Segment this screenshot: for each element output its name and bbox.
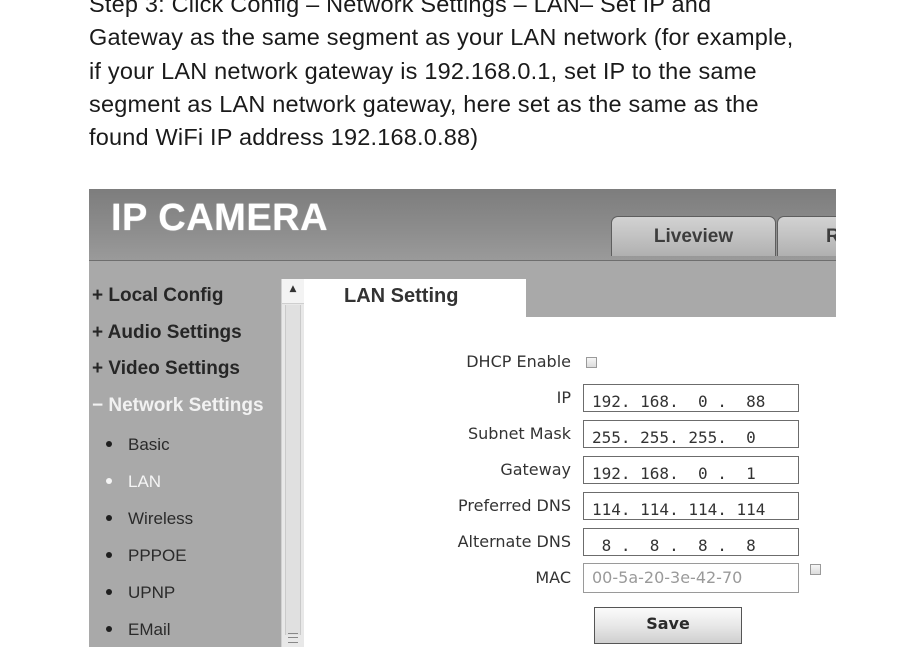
instruction-line: Step 3: Click Config – Network Settings … (89, 0, 712, 17)
tab-lan-setting[interactable]: LAN Setting (304, 279, 526, 319)
subitem-label: LAN (128, 472, 162, 491)
mac-label: MAC (535, 568, 571, 587)
preferred-dns-label: Preferred DNS (458, 496, 571, 515)
subitem-label: Basic (128, 435, 170, 454)
camera-header: IP CAMERA Liveview R (89, 189, 836, 261)
sidebar-subitem-pppoe[interactable]: PPPOE (106, 546, 187, 566)
bullet-icon (106, 440, 112, 447)
save-button[interactable]: Save (594, 607, 742, 644)
sidebar-item-network-settings[interactable]: − Network Settings (92, 395, 264, 417)
bullet-icon (106, 514, 112, 521)
tab-next[interactable]: R (777, 216, 836, 256)
sidebar-item-audio-settings[interactable]: + Audio Settings (92, 322, 242, 344)
bullet-icon (106, 551, 112, 558)
tab-liveview[interactable]: Liveview (611, 216, 776, 256)
sidebar-subitem-wireless[interactable]: Wireless (106, 509, 193, 529)
bullet-icon (106, 477, 112, 484)
alternate-dns-label: Alternate DNS (457, 532, 571, 551)
subnet-mask-input[interactable]: 255. 255. 255. 0 (583, 420, 799, 448)
gateway-label: Gateway (500, 460, 571, 479)
scroll-grip-icon (288, 633, 298, 643)
sidebar-item-video-settings[interactable]: + Video Settings (92, 358, 240, 380)
tab-strip (526, 279, 836, 318)
mac-edit-checkbox[interactable] (810, 564, 821, 575)
scroll-up-arrow-icon[interactable]: ▲ (282, 279, 304, 304)
sidebar-scrollbar[interactable]: ▲ (281, 279, 305, 647)
instruction-line: if your LAN network gateway is 192.168.0… (89, 57, 757, 84)
subnet-mask-label: Subnet Mask (467, 424, 571, 443)
instruction-line: segment as LAN network gateway, here set… (89, 90, 759, 117)
bullet-icon (106, 625, 112, 632)
camera-logo: IP CAMERA (111, 197, 329, 239)
sidebar-subitem-email[interactable]: EMail (106, 620, 171, 640)
alternate-dns-input[interactable]: 8 . 8 . 8 . 8 (583, 528, 799, 556)
instruction-line: found WiFi IP address 192.168.0.88) (89, 124, 479, 151)
preferred-dns-input[interactable]: 114. 114. 114. 114 (583, 492, 799, 520)
config-sidebar: + Local Config + Audio Settings + Video … (89, 261, 279, 647)
sidebar-subitem-basic[interactable]: Basic (106, 435, 170, 455)
ip-camera-screenshot: IP CAMERA Liveview R + Local Config + Au… (89, 189, 836, 647)
subitem-label: UPNP (128, 583, 176, 602)
sidebar-item-local-config[interactable]: + Local Config (92, 285, 223, 307)
ip-input[interactable]: 192. 168. 0 . 88 (583, 384, 799, 412)
lan-setting-title: LAN Setting (344, 285, 459, 307)
dhcp-enable-checkbox[interactable] (586, 357, 597, 368)
scrollbar-thumb[interactable] (285, 305, 301, 635)
instruction-text: Step 3: Click Config – Network Settings … (89, 0, 849, 154)
dhcp-enable-label: DHCP Enable (466, 352, 571, 371)
subitem-label: Wireless (128, 509, 194, 528)
sidebar-subitem-lan[interactable]: LAN (106, 472, 161, 492)
subitem-label: EMail (128, 620, 171, 639)
bullet-icon (106, 588, 112, 595)
subitem-label: PPPOE (128, 546, 187, 565)
gateway-input[interactable]: 192. 168. 0 . 1 (583, 456, 799, 484)
mac-input[interactable]: 00-5a-20-3e-42-70 (583, 563, 799, 593)
instruction-line: Gateway as the same segment as your LAN … (89, 24, 794, 51)
ip-label: IP (556, 388, 571, 407)
sidebar-subitem-upnp[interactable]: UPNP (106, 583, 175, 603)
